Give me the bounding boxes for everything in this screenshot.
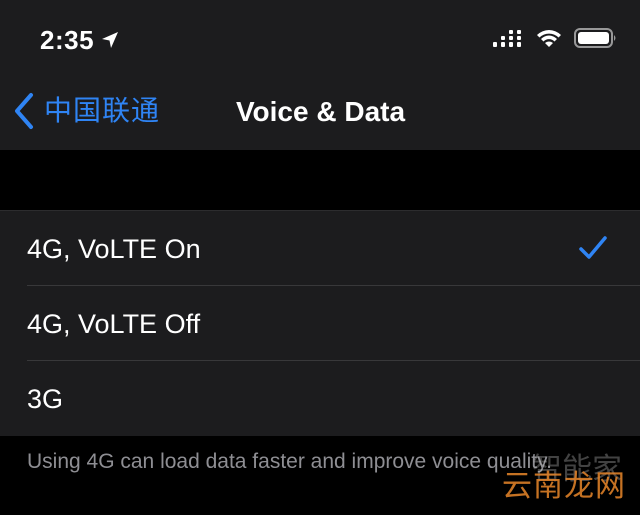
wifi-icon [537,30,561,47]
option-label: 4G, VoLTE Off [27,309,201,339]
option-3g[interactable]: 3G [0,361,640,436]
status-time-label: 2:35 [40,25,95,55]
checkmark-icon [579,236,607,259]
option-label: 3G [27,384,64,414]
status-indicators [492,27,618,49]
option-label: 4G, VoLTE On [27,234,201,264]
status-time: 2:35 [40,24,120,56]
cellular-signal-icon [493,30,521,47]
battery-icon [574,28,616,48]
location-arrow-icon [102,32,119,48]
watermark-logo: 云南龙网 [502,470,626,503]
navigation-header: 2:35 中国联通 Voice & Data [0,0,640,150]
footer-description: Using 4G can load data faster and improv… [27,450,552,473]
page-title: Voice & Data [235,96,406,127]
option-4g-volte-off[interactable]: 4G, VoLTE Off [0,286,640,361]
voice-data-options-list: 4G, VoLTE On 4G, VoLTE Off 3G [0,210,640,436]
option-4g-volte-on[interactable]: 4G, VoLTE On [0,211,640,286]
